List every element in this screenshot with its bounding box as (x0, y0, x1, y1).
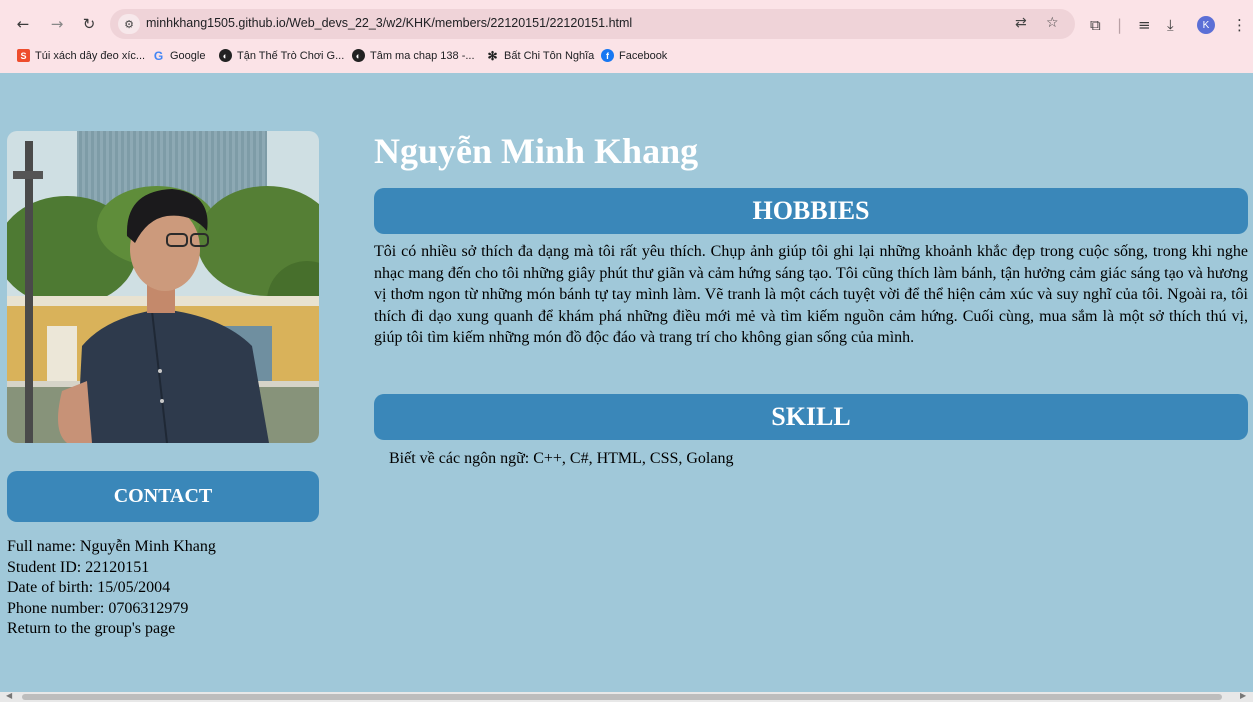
page-title: Nguyễn Minh Khang (374, 131, 699, 171)
bookmark-label: Tận Thế Trò Chơi G... (237, 49, 345, 62)
scroll-right-icon[interactable]: ▶ (1240, 691, 1246, 700)
toolbar-divider: | (1117, 16, 1123, 34)
bookmark-item[interactable]: f Facebook (601, 49, 667, 62)
profile-avatar[interactable]: K (1197, 16, 1215, 34)
scrollbar-thumb[interactable] (22, 694, 1222, 700)
bookmark-label: Google (170, 49, 206, 62)
hobbies-header: HOBBIES (374, 188, 1248, 234)
forward-icon[interactable]: → (44, 11, 70, 37)
reload-icon[interactable]: ↻ (76, 11, 102, 37)
address-bar[interactable]: ⚙ minhkhang1505.github.io/Web_devs_22_3/… (110, 9, 1075, 39)
contact-header: CONTACT (7, 471, 319, 522)
reading-list-icon[interactable]: ≡ (1138, 16, 1151, 34)
browser-chrome: ← → ↻ ⚙ minhkhang1505.github.io/Web_devs… (0, 0, 1253, 73)
bookmark-label: Facebook (619, 49, 668, 62)
profile-photo (7, 131, 319, 443)
contact-full-name: Full name: Nguyễn Minh Khang (7, 538, 216, 555)
site-info-icon[interactable]: ⚙ (118, 14, 140, 34)
menu-kebab-icon[interactable]: ⋮ (1232, 16, 1247, 34)
bookmark-star-icon[interactable]: ☆ (1046, 15, 1059, 31)
return-link[interactable]: Return to the group's page (7, 619, 216, 640)
browser-toolbar: ← → ↻ ⚙ minhkhang1505.github.io/Web_devs… (0, 7, 1253, 41)
globe-icon: ◐ (352, 49, 365, 62)
bookmark-item[interactable]: S Túi xách dây đeo xíc... (17, 49, 145, 62)
url-text[interactable]: minhkhang1505.github.io/Web_devs_22_3/w2… (146, 16, 632, 30)
bookmark-item[interactable]: G Google (152, 48, 206, 63)
hobbies-text: Tôi có nhiều sở thích đa dạng mà tôi rất… (374, 243, 1248, 347)
bookmark-item[interactable]: ◐ Tận Thế Trò Chơi G... (219, 49, 344, 62)
facebook-icon: f (601, 49, 614, 62)
bookmark-label: Túi xách dây đeo xíc... (35, 49, 146, 62)
openai-icon: ✻ (487, 48, 498, 63)
bookmarks-bar: S Túi xách dây đeo xíc... G Google ◐ Tận… (0, 46, 1253, 68)
translate-icon[interactable]: ⇄ (1015, 15, 1027, 31)
extensions-icon[interactable]: ⧉ (1090, 16, 1101, 34)
google-icon: G (153, 48, 164, 63)
bookmark-item[interactable]: ✻ Bất Chi Tôn Nghĩa (486, 48, 595, 63)
download-icon[interactable]: ⤓ (1167, 16, 1174, 34)
contact-dob: Date of birth: 15/05/2004 (7, 579, 171, 596)
back-icon[interactable]: ← (10, 11, 36, 37)
shopee-icon: S (17, 49, 30, 62)
scroll-left-icon[interactable]: ◀ (6, 691, 12, 700)
contact-phone: Phone number: 0706312979 (7, 599, 189, 617)
bookmark-item[interactable]: ◐ Tâm ma chap 138 -... (352, 49, 475, 62)
skill-text: Biết về các ngôn ngữ: C++, C#, HTML, CSS… (389, 450, 734, 467)
horizontal-scrollbar[interactable]: ◀ ▶ (0, 691, 1253, 702)
bookmark-label: Tâm ma chap 138 -... (370, 49, 475, 62)
contact-student-id: Student ID: 22120151 (7, 558, 150, 576)
skill-header: SKILL (374, 394, 1248, 440)
contact-info: Full name: Nguyễn Minh Khang Student ID:… (7, 537, 216, 640)
globe-icon: ◐ (219, 49, 232, 62)
bookmark-label: Bất Chi Tôn Nghĩa (504, 49, 595, 62)
